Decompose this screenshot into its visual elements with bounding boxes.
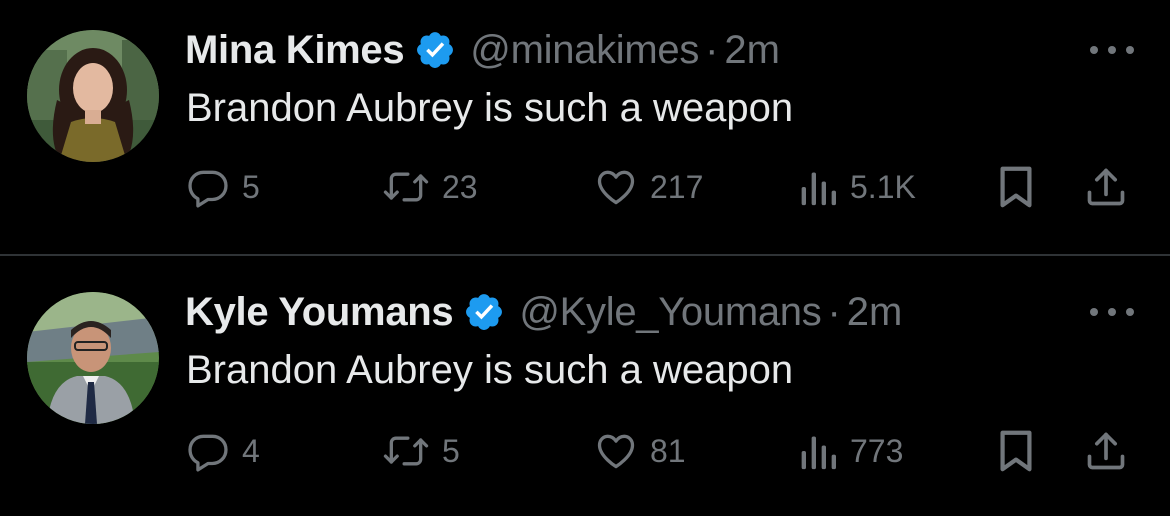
tweet[interactable]: Mina Kimes @minakimes · 2m Brandon Aubre…	[0, 0, 1170, 254]
views-icon	[798, 165, 838, 209]
user-handle[interactable]: @Kyle_Youmans	[519, 290, 821, 335]
views-button[interactable]: 773	[798, 426, 903, 476]
more-icon[interactable]	[1090, 40, 1134, 60]
retweet-icon	[382, 429, 430, 473]
like-icon	[594, 165, 638, 209]
reply-count: 4	[242, 432, 260, 469]
separator-dot: ·	[827, 289, 841, 334]
verified-badge-icon	[414, 29, 456, 71]
views-count: 5.1K	[850, 168, 916, 205]
display-name[interactable]: Mina Kimes	[185, 28, 405, 73]
reply-button[interactable]: 4	[186, 426, 260, 476]
share-button[interactable]	[1084, 162, 1128, 212]
views-icon	[798, 429, 838, 473]
display-name[interactable]: Kyle Youmans	[185, 290, 454, 335]
bookmark-icon	[996, 428, 1036, 474]
bookmark-icon	[996, 164, 1036, 210]
avatar[interactable]	[27, 292, 159, 424]
share-icon	[1084, 164, 1128, 210]
reply-icon	[186, 429, 230, 473]
views-count: 773	[850, 432, 904, 469]
tweet[interactable]: Kyle Youmans @Kyle_Youmans · 2m Brandon …	[0, 256, 1170, 516]
retweet-count: 23	[442, 168, 478, 205]
reply-count: 5	[242, 168, 260, 205]
like-count: 81	[650, 432, 686, 469]
views-button[interactable]: 5.1K	[798, 162, 916, 212]
like-icon	[594, 429, 638, 473]
reply-button[interactable]: 5	[186, 162, 260, 212]
share-button[interactable]	[1084, 426, 1128, 476]
tweet-text: Brandon Aubrey is such a weapon	[186, 86, 794, 130]
more-icon[interactable]	[1090, 302, 1134, 322]
like-button[interactable]: 217	[594, 162, 703, 212]
user-handle[interactable]: @minakimes	[470, 28, 699, 73]
retweet-icon	[382, 165, 430, 209]
like-count: 217	[650, 168, 704, 205]
action-bar: 4 5 81 773	[186, 426, 1146, 476]
action-bar: 5 23 217 5.1K	[186, 162, 1146, 212]
bookmark-button[interactable]	[996, 162, 1036, 212]
verified-badge-icon	[463, 291, 505, 333]
timestamp[interactable]: 2m	[724, 28, 780, 73]
reply-icon	[186, 165, 230, 209]
share-icon	[1084, 428, 1128, 474]
bookmark-button[interactable]	[996, 426, 1036, 476]
retweet-button[interactable]: 5	[382, 426, 460, 476]
tweet-header: Mina Kimes @minakimes · 2m	[185, 24, 780, 76]
like-button[interactable]: 81	[594, 426, 686, 476]
avatar[interactable]	[27, 30, 159, 162]
separator-dot: ·	[705, 27, 719, 72]
timestamp[interactable]: 2m	[847, 290, 903, 335]
retweet-count: 5	[442, 432, 460, 469]
retweet-button[interactable]: 23	[382, 162, 478, 212]
tweet-text: Brandon Aubrey is such a weapon	[186, 348, 794, 392]
tweet-header: Kyle Youmans @Kyle_Youmans · 2m	[185, 286, 902, 338]
